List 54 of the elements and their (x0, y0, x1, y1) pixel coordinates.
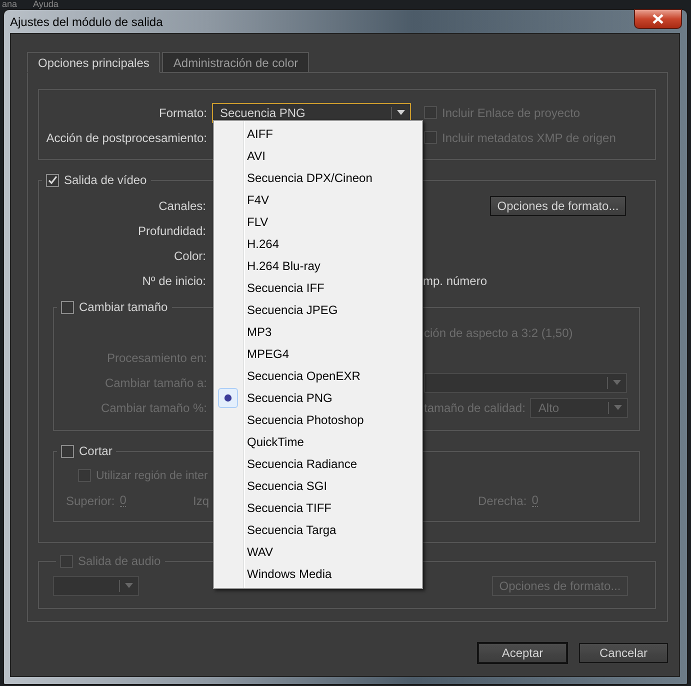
menu-item[interactable]: QuickTime (214, 431, 422, 453)
menu-item[interactable]: MPEG4 (214, 343, 422, 365)
checkbox[interactable] (46, 174, 59, 186)
menu-item[interactable]: Secuencia Targa (214, 519, 422, 541)
dropdown[interactable] (424, 372, 627, 392)
checkmark-icon (47, 174, 58, 186)
format-options-button[interactable]: Opciones de formato... (490, 196, 626, 216)
menu-item[interactable]: ana (2, 0, 18, 9)
menu-item[interactable]: AVI (214, 145, 422, 167)
caret-icon (613, 380, 621, 385)
dialog-button[interactable]: Aceptar (478, 643, 567, 663)
radio-dot-icon (224, 394, 232, 402)
menu-item[interactable]: F4V (214, 189, 422, 211)
menu-item[interactable]: Secuencia Radiance (214, 453, 422, 475)
checkbox[interactable] (78, 469, 91, 482)
menu-item[interactable]: Secuencia TIFF (214, 497, 422, 519)
menu-item[interactable]: Secuencia DPX/Cineon (214, 167, 422, 189)
close-icon (652, 14, 664, 24)
menu-item[interactable]: Secuencia IFF (214, 277, 422, 299)
format-select[interactable]: Secuencia PNG (212, 102, 411, 122)
group-title: Cambiar tamaño (79, 300, 168, 314)
menu-item[interactable]: Secuencia PNG (214, 387, 422, 409)
field-label: Profundidad: (136, 224, 206, 238)
window-title: Ajustes del módulo de salida (10, 14, 163, 28)
menu-item[interactable]: MP3 (214, 321, 422, 343)
menu-item[interactable]: H.264 Blu-ray (214, 255, 422, 277)
caret-icon (125, 583, 133, 588)
tab[interactable]: Administración de color (162, 52, 310, 73)
tab[interactable]: Opciones principales (27, 52, 160, 73)
field-label: Nº de inicio: (141, 274, 206, 288)
caret-icon (614, 405, 622, 410)
dialog-button[interactable]: Cancelar (579, 643, 668, 663)
menu-item[interactable]: Ayuda (33, 0, 58, 9)
menu-item[interactable]: Secuencia JPEG (214, 299, 422, 321)
field-label: Acción de postprocesamiento: (45, 130, 207, 144)
field-label: Color: (172, 248, 206, 262)
menu-item[interactable]: AIFF (214, 123, 422, 145)
field-label: Canales: (158, 198, 206, 212)
dropdown[interactable] (53, 576, 139, 596)
menu-item[interactable]: Secuencia SGI (214, 475, 422, 497)
field-label: mp. número (423, 274, 488, 288)
group-title: Salida de vídeo (64, 173, 147, 187)
close-button[interactable] (634, 8, 682, 28)
checkbox[interactable] (61, 300, 74, 314)
caret-icon (397, 110, 405, 115)
menu-item[interactable]: Secuencia OpenEXR (214, 365, 422, 387)
menu-item[interactable]: H.264 (214, 233, 422, 255)
checkbox[interactable] (61, 444, 74, 458)
menu-item[interactable]: Windows Media (214, 563, 422, 585)
menu-item[interactable]: FLV (214, 211, 422, 233)
field-label: Formato: (158, 106, 207, 120)
menu-item[interactable]: Secuencia Photoshop (214, 409, 422, 431)
menu-item[interactable]: WAV (214, 541, 422, 563)
group-title: Cortar (79, 444, 112, 458)
